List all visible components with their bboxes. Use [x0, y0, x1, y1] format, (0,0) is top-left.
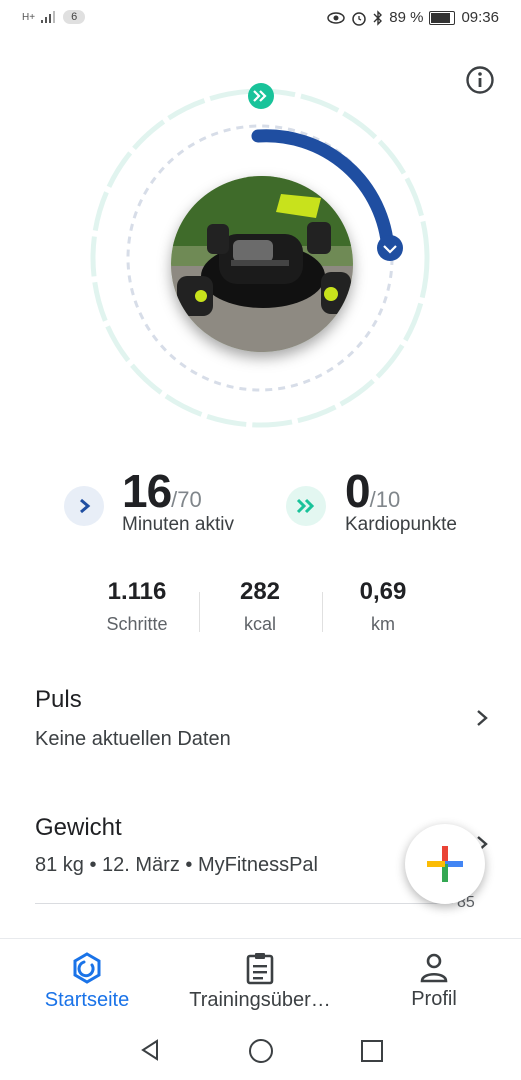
bottom-navigation: Startseite Trainingsüber… Profil — [0, 938, 521, 1023]
back-icon[interactable] — [138, 1038, 162, 1062]
move-minutes-icon — [64, 486, 104, 526]
steps-unit: Schritte — [106, 614, 168, 634]
puls-card[interactable]: Puls Keine aktuellen Daten — [0, 670, 521, 780]
profile-avatar[interactable] — [171, 176, 353, 352]
distance-value: 0,69 — [359, 578, 407, 605]
battery-percent: 89 % — [389, 9, 424, 26]
plus-icon — [427, 846, 463, 882]
clock: 09:36 — [461, 9, 499, 26]
notification-count-badge: 6 — [63, 10, 86, 24]
eye-icon — [327, 11, 345, 24]
calories-stat: 282 kcal — [200, 578, 320, 635]
puls-title: Puls — [35, 686, 82, 713]
status-bar: H+ 6 89 % 09:36 — [0, 0, 521, 40]
home-icon[interactable] — [248, 1038, 274, 1064]
nav-profil[interactable]: Profil — [380, 939, 488, 1023]
home-ring-icon — [73, 951, 101, 984]
heart-points-label: Kardiopunkte — [345, 514, 457, 535]
move-minutes-value: 16/70 — [122, 465, 202, 517]
info-icon[interactable] — [464, 64, 496, 96]
signal-indicator: H+ — [22, 11, 36, 23]
steps-stat: 1.116 Schritte — [77, 578, 197, 635]
move-minutes-arc-end — [377, 235, 403, 261]
system-navigation-bar — [0, 1022, 521, 1080]
heart-points-marker — [248, 83, 274, 109]
distance-unit: km — [371, 614, 395, 634]
calories-value: 282 — [239, 578, 281, 605]
weight-chart-gridline — [35, 903, 453, 904]
gewicht-title: Gewicht — [35, 814, 122, 841]
nav-trainingsuebersicht[interactable]: Trainingsüber… — [170, 939, 350, 1023]
bluetooth-icon — [373, 9, 383, 26]
puls-subtitle: Keine aktuellen Daten — [35, 728, 231, 750]
signal-bars-icon — [41, 11, 56, 23]
alarm-icon — [352, 11, 366, 26]
heart-points-value: 0/10 — [345, 465, 401, 517]
nav-label-profil: Profil — [411, 987, 457, 1010]
add-fab-button[interactable] — [405, 824, 485, 904]
move-minutes-label: Minuten aktiv — [122, 514, 234, 535]
heart-points-icon — [286, 486, 326, 526]
nav-label-trainingsuebersicht: Trainingsüber… — [189, 988, 331, 1011]
battery-icon — [429, 10, 456, 25]
nav-label-startseite: Startseite — [44, 988, 130, 1011]
person-icon — [420, 953, 448, 982]
gewicht-subtitle: 81 kg • 12. März • MyFitnessPal — [35, 854, 318, 876]
calories-unit: kcal — [243, 614, 276, 634]
steps-value: 1.116 — [107, 578, 167, 605]
chevron-right-icon — [477, 710, 488, 726]
recents-icon[interactable] — [360, 1039, 384, 1063]
nav-startseite[interactable]: Startseite — [20, 939, 154, 1023]
clipboard-icon — [246, 952, 274, 984]
distance-stat: 0,69 km — [323, 578, 443, 635]
